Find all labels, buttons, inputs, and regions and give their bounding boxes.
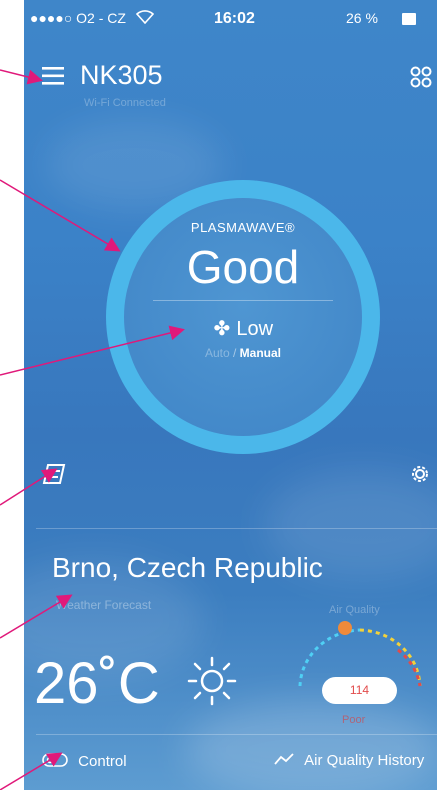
- app-screen: ●●●●○ O2 - CZ 16:02 26 % NK305 Wi-Fi Con…: [24, 0, 437, 790]
- battery-label: 26 %: [346, 10, 378, 26]
- menu-icon: [42, 67, 64, 85]
- mode-manual[interactable]: Manual: [240, 346, 281, 360]
- devices-button[interactable]: [410, 66, 432, 88]
- control-label: Control: [78, 753, 127, 770]
- battery-icon: [402, 13, 416, 25]
- mode-separator: /: [229, 346, 240, 360]
- trend-icon: [274, 753, 294, 765]
- menu-button[interactable]: [42, 66, 66, 86]
- filter-icon: [42, 464, 66, 484]
- air-quality-marker: [338, 621, 352, 635]
- air-quality-history-tab[interactable]: Air Quality History: [274, 752, 424, 769]
- remote-icon: [42, 753, 68, 767]
- bottom-divider: [36, 734, 437, 735]
- weather-forecast-label: Weather Forecast: [56, 598, 152, 612]
- connection-status: Wi-Fi Connected: [84, 97, 166, 109]
- fan-speed-control[interactable]: ✤ Low: [124, 316, 362, 341]
- wifi-status-icon: [135, 10, 155, 27]
- settings-button[interactable]: [408, 462, 432, 486]
- fan-speed-text: Low: [236, 318, 274, 340]
- control-tab[interactable]: Control: [42, 752, 127, 770]
- location-name[interactable]: Brno, Czech Republic: [52, 552, 323, 584]
- mode-auto[interactable]: Auto: [205, 346, 230, 360]
- filter-button[interactable]: [42, 462, 68, 486]
- device-name: NK305: [80, 60, 163, 90]
- screenshot-stage: ●●●●○ O2 - CZ 16:02 26 % NK305 Wi-Fi Con…: [0, 0, 437, 790]
- temperature: 26˚C: [34, 651, 160, 716]
- fan-icon: ✤: [213, 318, 231, 340]
- carrier-label: ●●●●○ O2 - CZ: [30, 10, 126, 26]
- air-quality-rating: Poor: [342, 714, 366, 726]
- air-quality-history-label: Air Quality History: [304, 752, 425, 769]
- gear-icon: [412, 466, 428, 482]
- air-quality-value: 114: [322, 677, 397, 704]
- status-bar: ●●●●○ O2 - CZ 16:02 26 %: [24, 0, 437, 40]
- air-status-text: Good: [186, 241, 300, 293]
- plasmawave-label: PLASMAWAVE®: [190, 220, 296, 235]
- grid-icon: [410, 66, 432, 88]
- clock: 16:02: [214, 10, 255, 27]
- section-divider: [36, 528, 437, 529]
- mode-toggle[interactable]: Auto / Manual: [124, 346, 362, 360]
- circle-divider: [153, 300, 333, 301]
- sun-icon: [187, 656, 237, 706]
